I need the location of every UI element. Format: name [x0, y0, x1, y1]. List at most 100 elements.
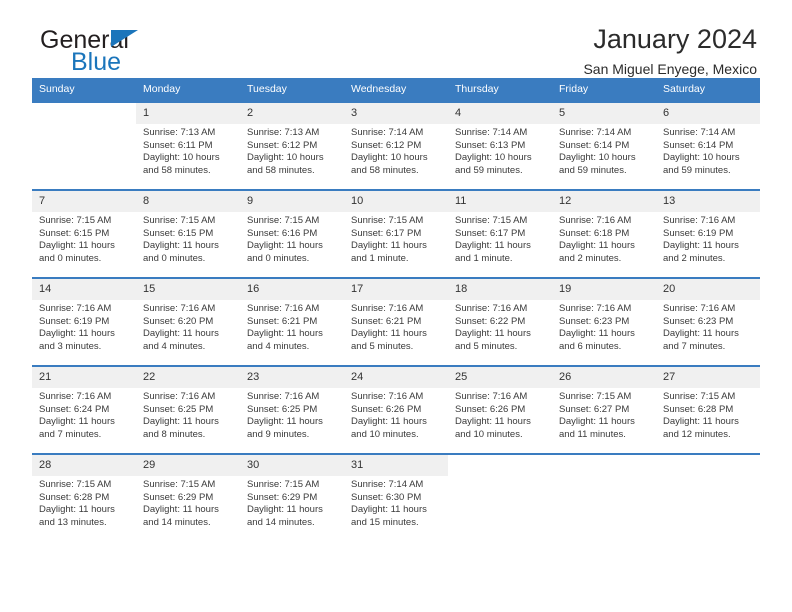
day-info: Sunrise: 7:16 AM Sunset: 6:24 PM Daylight:… [32, 388, 136, 441]
day-info: Sunrise: 7:14 AM Sunset: 6:14 PM Daylight:… [656, 124, 760, 177]
calendar-day-cell[interactable]: 3 Sunrise: 7:14 AM Sunset: 6:12 PM Daylight… [344, 101, 448, 190]
page-title: January 2024 [593, 24, 757, 54]
sunset-text: Sunset: 6:30 PM [351, 491, 422, 503]
calendar-day-cell[interactable]: 4 Sunrise: 7:14 AM Sunset: 6:13 PM Daylight… [448, 101, 552, 190]
day-number: 20 [656, 279, 760, 300]
calendar-day-cell[interactable]: 27 Sunrise: 7:15 AM Sunset: 6:28 PM Dayligh… [656, 365, 760, 454]
calendar-week-row: 7 Sunrise: 7:15 AM Sunset: 6:15 PM Daylight… [32, 189, 760, 278]
calendar-day-cell[interactable]: 25 Sunrise: 7:16 AM Sunset: 6:26 PM Dayligh… [448, 365, 552, 454]
sunset-text: Sunset: 6:15 PM [39, 227, 110, 239]
calendar-day-cell[interactable]: 30 Sunrise: 7:15 AM Sunset: 6:29 PM Dayligh… [240, 453, 344, 542]
calendar-day-cell[interactable]: 20 Sunrise: 7:16 AM Sunset: 6:23 PM Dayligh… [656, 277, 760, 366]
sunset-text: Sunset: 6:21 PM [247, 315, 318, 327]
calendar-day-cell[interactable]: 11 Sunrise: 7:15 AM Sunset: 6:17 PM Dayligh… [448, 189, 552, 278]
sunrise-text: Sunrise: 7:16 AM [351, 391, 424, 402]
day-number: 21 [32, 367, 136, 388]
sunset-text: Sunset: 6:29 PM [143, 491, 214, 503]
calendar-day-cell[interactable]: 1 Sunrise: 7:13 AM Sunset: 6:11 PM Daylight… [136, 101, 240, 190]
calendar-day-cell[interactable]: 23 Sunrise: 7:16 AM Sunset: 6:25 PM Dayligh… [240, 365, 344, 454]
sunset-text: Sunset: 6:17 PM [351, 227, 422, 239]
daylight-text: Daylight: 11 hours and 0 minutes. [39, 240, 115, 264]
day-info: Sunrise: 7:16 AM Sunset: 6:25 PM Daylight:… [240, 388, 344, 441]
day-info: Sunrise: 7:14 AM Sunset: 6:13 PM Daylight:… [448, 124, 552, 177]
sunset-text: Sunset: 6:26 PM [351, 403, 422, 415]
calendar-day-cell[interactable]: 9 Sunrise: 7:15 AM Sunset: 6:16 PM Daylight… [240, 189, 344, 278]
daylight-text: Daylight: 11 hours and 10 minutes. [351, 416, 427, 440]
sunrise-text: Sunrise: 7:16 AM [247, 391, 320, 402]
daylight-text: Daylight: 11 hours and 0 minutes. [143, 240, 219, 264]
sunrise-text: Sunrise: 7:15 AM [247, 479, 320, 490]
sunset-text: Sunset: 6:18 PM [559, 227, 630, 239]
calendar-day-cell[interactable]: 17 Sunrise: 7:16 AM Sunset: 6:21 PM Dayligh… [344, 277, 448, 366]
day-info: Sunrise: 7:14 AM Sunset: 6:12 PM Daylight:… [344, 124, 448, 177]
day-info: Sunrise: 7:16 AM Sunset: 6:22 PM Daylight:… [448, 300, 552, 353]
sunset-text: Sunset: 6:23 PM [663, 315, 734, 327]
calendar-day-cell[interactable]: 16 Sunrise: 7:16 AM Sunset: 6:21 PM Dayligh… [240, 277, 344, 366]
sunset-text: Sunset: 6:23 PM [559, 315, 630, 327]
calendar-day-cell[interactable]: 2 Sunrise: 7:13 AM Sunset: 6:12 PM Daylight… [240, 101, 344, 190]
sunrise-text: Sunrise: 7:16 AM [39, 303, 112, 314]
day-info: Sunrise: 7:15 AM Sunset: 6:28 PM Daylight:… [32, 476, 136, 529]
sunrise-text: Sunrise: 7:14 AM [351, 127, 424, 138]
calendar-day-cell[interactable]: 24 Sunrise: 7:16 AM Sunset: 6:26 PM Dayligh… [344, 365, 448, 454]
calendar-day-cell[interactable]: 19 Sunrise: 7:16 AM Sunset: 6:23 PM Dayligh… [552, 277, 656, 366]
day-number: 14 [32, 279, 136, 300]
day-info: Sunrise: 7:16 AM Sunset: 6:23 PM Daylight:… [552, 300, 656, 353]
calendar-day-cell-empty [448, 453, 552, 542]
weekday-header-thursday: Thursday [448, 78, 552, 102]
sunset-text: Sunset: 6:27 PM [559, 403, 630, 415]
calendar-day-cell[interactable]: 5 Sunrise: 7:14 AM Sunset: 6:14 PM Daylight… [552, 101, 656, 190]
sunset-text: Sunset: 6:17 PM [455, 227, 526, 239]
sunset-text: Sunset: 6:12 PM [247, 139, 318, 151]
day-number: 19 [552, 279, 656, 300]
daylight-text: Daylight: 10 hours and 59 minutes. [559, 152, 636, 176]
day-info: Sunrise: 7:15 AM Sunset: 6:29 PM Daylight:… [136, 476, 240, 529]
daylight-text: Daylight: 11 hours and 7 minutes. [39, 416, 115, 440]
calendar-day-cell[interactable]: 15 Sunrise: 7:16 AM Sunset: 6:20 PM Dayligh… [136, 277, 240, 366]
daylight-text: Daylight: 11 hours and 5 minutes. [455, 328, 531, 352]
sunset-text: Sunset: 6:19 PM [663, 227, 734, 239]
sunrise-text: Sunrise: 7:16 AM [559, 215, 632, 226]
day-number: 24 [344, 367, 448, 388]
calendar-day-cell[interactable]: 12 Sunrise: 7:16 AM Sunset: 6:18 PM Dayligh… [552, 189, 656, 278]
calendar-week-row: 28 Sunrise: 7:15 AM Sunset: 6:28 PM Dayligh… [32, 453, 760, 542]
calendar-day-cell[interactable]: 18 Sunrise: 7:16 AM Sunset: 6:22 PM Dayligh… [448, 277, 552, 366]
day-number: 30 [240, 455, 344, 476]
sunrise-text: Sunrise: 7:16 AM [143, 391, 216, 402]
calendar-week-row: 21 Sunrise: 7:16 AM Sunset: 6:24 PM Dayligh… [32, 365, 760, 454]
day-info: Sunrise: 7:16 AM Sunset: 6:26 PM Daylight:… [344, 388, 448, 441]
calendar-day-cell[interactable]: 28 Sunrise: 7:15 AM Sunset: 6:28 PM Dayligh… [32, 453, 136, 542]
daylight-text: Daylight: 11 hours and 2 minutes. [663, 240, 739, 264]
calendar-day-cell[interactable]: 8 Sunrise: 7:15 AM Sunset: 6:15 PM Daylight… [136, 189, 240, 278]
calendar-day-cell[interactable]: 10 Sunrise: 7:15 AM Sunset: 6:17 PM Dayligh… [344, 189, 448, 278]
calendar-day-cell[interactable]: 31 Sunrise: 7:14 AM Sunset: 6:30 PM Dayligh… [344, 453, 448, 542]
sunset-text: Sunset: 6:11 PM [143, 139, 213, 151]
sunset-text: Sunset: 6:21 PM [351, 315, 422, 327]
day-number: 25 [448, 367, 552, 388]
calendar-day-cell[interactable]: 13 Sunrise: 7:16 AM Sunset: 6:19 PM Dayligh… [656, 189, 760, 278]
sunrise-text: Sunrise: 7:13 AM [247, 127, 320, 138]
day-number [448, 455, 552, 476]
sunrise-text: Sunrise: 7:14 AM [351, 479, 424, 490]
sunrise-text: Sunrise: 7:16 AM [247, 303, 320, 314]
calendar-day-cell[interactable]: 22 Sunrise: 7:16 AM Sunset: 6:25 PM Dayligh… [136, 365, 240, 454]
daylight-text: Daylight: 11 hours and 5 minutes. [351, 328, 427, 352]
calendar-day-cell[interactable]: 21 Sunrise: 7:16 AM Sunset: 6:24 PM Dayligh… [32, 365, 136, 454]
daylight-text: Daylight: 11 hours and 10 minutes. [455, 416, 531, 440]
day-info: Sunrise: 7:15 AM Sunset: 6:29 PM Daylight:… [240, 476, 344, 529]
calendar-page: General Blue January 2024 San Miguel Eny… [0, 0, 792, 612]
day-info: Sunrise: 7:16 AM Sunset: 6:19 PM Daylight:… [32, 300, 136, 353]
sunrise-text: Sunrise: 7:15 AM [143, 479, 216, 490]
daylight-text: Daylight: 11 hours and 14 minutes. [143, 504, 219, 528]
day-number: 8 [136, 191, 240, 212]
calendar-day-cell[interactable]: 29 Sunrise: 7:15 AM Sunset: 6:29 PM Dayligh… [136, 453, 240, 542]
calendar-day-cell[interactable]: 6 Sunrise: 7:14 AM Sunset: 6:14 PM Daylight… [656, 101, 760, 190]
sunset-text: Sunset: 6:25 PM [247, 403, 318, 415]
calendar-day-cell[interactable]: 7 Sunrise: 7:15 AM Sunset: 6:15 PM Daylight… [32, 189, 136, 278]
sunrise-text: Sunrise: 7:15 AM [351, 215, 424, 226]
sunset-text: Sunset: 6:12 PM [351, 139, 422, 151]
sunset-text: Sunset: 6:13 PM [455, 139, 526, 151]
calendar-day-cell[interactable]: 26 Sunrise: 7:15 AM Sunset: 6:27 PM Dayligh… [552, 365, 656, 454]
calendar-day-cell[interactable]: 14 Sunrise: 7:16 AM Sunset: 6:19 PM Dayligh… [32, 277, 136, 366]
sunset-text: Sunset: 6:15 PM [143, 227, 214, 239]
